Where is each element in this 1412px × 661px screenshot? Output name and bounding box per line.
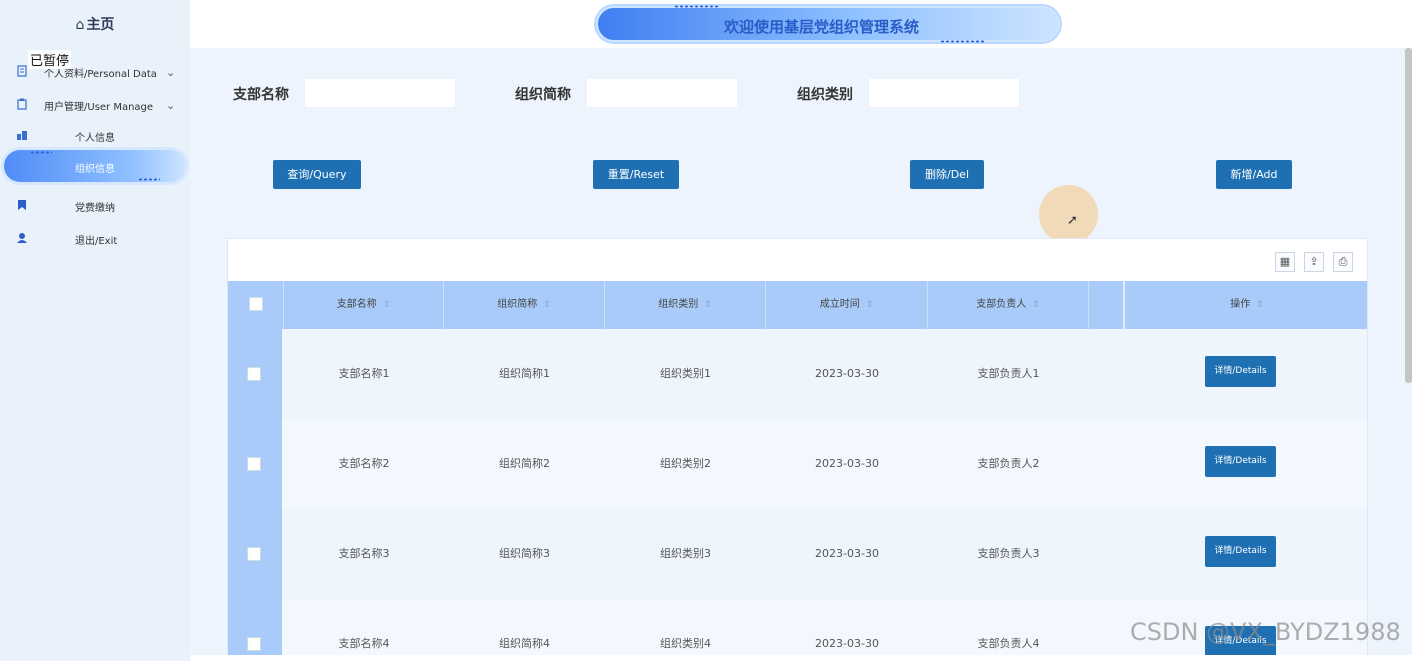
table-cell: 组织简称4 bbox=[499, 637, 550, 650]
column-header[interactable]: 支部名称 ⇕ bbox=[284, 281, 444, 329]
table-cell: 支部名称2 bbox=[338, 457, 390, 470]
mouse-pointer-icon: ➚ bbox=[1067, 213, 1078, 228]
org-category-label: 组织类别 bbox=[797, 87, 853, 103]
chevron-down-icon: ⌄ bbox=[166, 66, 176, 79]
sidebar-item-personal-info[interactable]: 个人信息 bbox=[0, 126, 190, 148]
page-title: 欢迎使用基层党组织管理系统 bbox=[724, 18, 920, 36]
table-cell: 组织简称1 bbox=[499, 367, 550, 380]
sidebar-item-exit[interactable]: 退出/Exit bbox=[0, 229, 190, 251]
column-header[interactable]: 成立时间 ⇕ bbox=[766, 281, 928, 329]
column-header[interactable]: 操作 ⇕ bbox=[1125, 281, 1367, 329]
select-all-cell bbox=[228, 281, 284, 329]
building-icon bbox=[17, 131, 27, 140]
table-cell: 组织类别2 bbox=[660, 457, 711, 470]
document-icon bbox=[17, 65, 27, 77]
table-row: 支部名称3 组织简称3 组织类别3 2023-03-30 支部负责人3 详情/D… bbox=[228, 509, 1367, 599]
sort-icon: ⇕ bbox=[1032, 300, 1040, 310]
home-link[interactable]: ⌂ 主页 bbox=[0, 14, 190, 34]
row-checkbox[interactable] bbox=[247, 637, 261, 651]
column-header[interactable]: 支部负责人 ⇕ bbox=[928, 281, 1089, 329]
table-cell: 组织简称2 bbox=[499, 457, 550, 470]
bottom-strip bbox=[190, 655, 1412, 661]
sort-icon: ⇕ bbox=[704, 300, 712, 310]
row-checkbox[interactable] bbox=[247, 457, 261, 471]
sort-icon: ⇕ bbox=[543, 300, 551, 310]
decorative-dots bbox=[30, 151, 52, 154]
decorative-dots bbox=[940, 40, 984, 43]
home-icon: ⌂ bbox=[75, 17, 85, 33]
decorative-dots bbox=[674, 5, 718, 8]
table-cell: 组织类别3 bbox=[660, 547, 711, 560]
more-icon: ⋮ bbox=[1366, 369, 1367, 379]
sort-icon: ⇕ bbox=[865, 300, 874, 310]
table-cell: 支部负责人2 bbox=[977, 457, 1040, 470]
table-cell: 组织类别4 bbox=[660, 637, 711, 650]
org-category-input[interactable] bbox=[869, 79, 1019, 107]
sidebar-item-label: 党费缴纳 bbox=[75, 203, 115, 214]
table-row: 支部名称2 组织简称2 组织类别2 2023-03-30 支部负责人2 详情/D… bbox=[228, 419, 1367, 509]
select-all-checkbox[interactable] bbox=[248, 297, 263, 311]
sidebar-item-label: 用户管理/User Manage bbox=[44, 102, 154, 113]
table-cell: 支部负责人3 bbox=[977, 547, 1040, 560]
branch-name-label: 支部名称 bbox=[233, 87, 289, 103]
vertical-scrollbar[interactable] bbox=[1405, 48, 1412, 383]
header-bar: 欢迎使用基层党组织管理系统 bbox=[190, 0, 1412, 48]
columns-icon[interactable]: ▦ bbox=[1275, 252, 1295, 272]
more-icon: ⋮ bbox=[1366, 549, 1367, 559]
table-cell: 2023-03-30 bbox=[815, 547, 879, 560]
column-header-blank bbox=[1089, 281, 1125, 329]
table-cell: 支部负责人1 bbox=[977, 367, 1040, 380]
more-icon: ⋮ bbox=[1366, 459, 1367, 469]
sidebar-item-user-manage[interactable]: 用户管理/User Manage ⌄ bbox=[0, 95, 190, 117]
table-cell: 2023-03-30 bbox=[815, 457, 879, 470]
title-banner: 欢迎使用基层党组织管理系统 bbox=[596, 6, 1060, 42]
decorative-dots bbox=[138, 178, 160, 181]
row-select-cell bbox=[228, 329, 282, 419]
reset-button[interactable]: 重置/Reset bbox=[593, 160, 679, 189]
table-cell: 2023-03-30 bbox=[815, 637, 879, 650]
details-button[interactable]: 详情/Details bbox=[1205, 446, 1276, 477]
table-cell: 组织类别1 bbox=[660, 367, 711, 380]
user-exit-icon bbox=[17, 233, 27, 243]
row-checkbox[interactable] bbox=[247, 367, 261, 381]
details-button[interactable]: 详情/Details bbox=[1205, 536, 1276, 567]
column-header[interactable]: 组织简称 ⇕ bbox=[444, 281, 605, 329]
table-cell: 2023-03-30 bbox=[815, 367, 879, 380]
org-abbr-input[interactable] bbox=[587, 79, 737, 107]
watermark-text: CSDN @VX_BYDZ1988 bbox=[1130, 618, 1401, 646]
sidebar-item-label: 组织信息 bbox=[75, 164, 115, 175]
sidebar-item-label: 退出/Exit bbox=[75, 236, 118, 247]
chevron-down-icon: ⌄ bbox=[166, 99, 176, 112]
table-cell: 支部名称4 bbox=[338, 637, 390, 650]
paused-overlay-text: 已暂停 bbox=[28, 50, 72, 69]
branch-name-input[interactable] bbox=[305, 79, 455, 107]
bookmark-icon bbox=[18, 200, 26, 210]
sidebar: ⌂ 主页 已暂停 个人资料/Personal Data ⌄ 用户管理/User M… bbox=[0, 0, 190, 661]
sort-icon: ⇕ bbox=[1256, 300, 1264, 310]
row-select-cell bbox=[228, 599, 282, 660]
table-cell: 支部名称3 bbox=[338, 547, 390, 560]
print-icon[interactable]: ⎙ bbox=[1333, 252, 1353, 272]
query-button[interactable]: 查询/Query bbox=[273, 160, 361, 189]
column-header[interactable]: 组织类别 ⇕ bbox=[605, 281, 766, 329]
sidebar-item-label: 个人信息 bbox=[75, 133, 115, 144]
table-row: 支部名称1 组织简称1 组织类别1 2023-03-30 支部负责人1 详情/D… bbox=[228, 329, 1367, 419]
table-cell: 支部负责人4 bbox=[977, 637, 1040, 650]
row-select-cell bbox=[228, 419, 282, 509]
table-cell: 组织简称3 bbox=[499, 547, 550, 560]
details-button[interactable]: 详情/Details bbox=[1205, 356, 1276, 387]
table-cell: 支部名称1 bbox=[338, 367, 390, 380]
table-header: 支部名称 ⇕ 组织简称 ⇕ 组织类别 ⇕ 成立时间 ⇕ 支部负责人 ⇕ 操作 ⇕ bbox=[228, 281, 1367, 329]
delete-button[interactable]: 删除/Del bbox=[910, 160, 984, 189]
clipboard-icon bbox=[17, 98, 27, 110]
row-select-cell bbox=[228, 509, 282, 599]
org-abbr-label: 组织简称 bbox=[515, 87, 571, 103]
data-table: ▦ ⇪ ⎙ 支部名称 ⇕ 组织简称 ⇕ 组织类别 ⇕ 成立时间 ⇕ 支部负责人 ⇕ 操作 ⇕… bbox=[227, 238, 1368, 661]
sidebar-item-party-fee[interactable]: 党费缴纳 bbox=[0, 196, 190, 218]
add-button[interactable]: 新增/Add bbox=[1216, 160, 1292, 189]
row-checkbox[interactable] bbox=[247, 547, 261, 561]
sort-icon: ⇕ bbox=[382, 300, 391, 310]
export-icon[interactable]: ⇪ bbox=[1304, 252, 1324, 272]
